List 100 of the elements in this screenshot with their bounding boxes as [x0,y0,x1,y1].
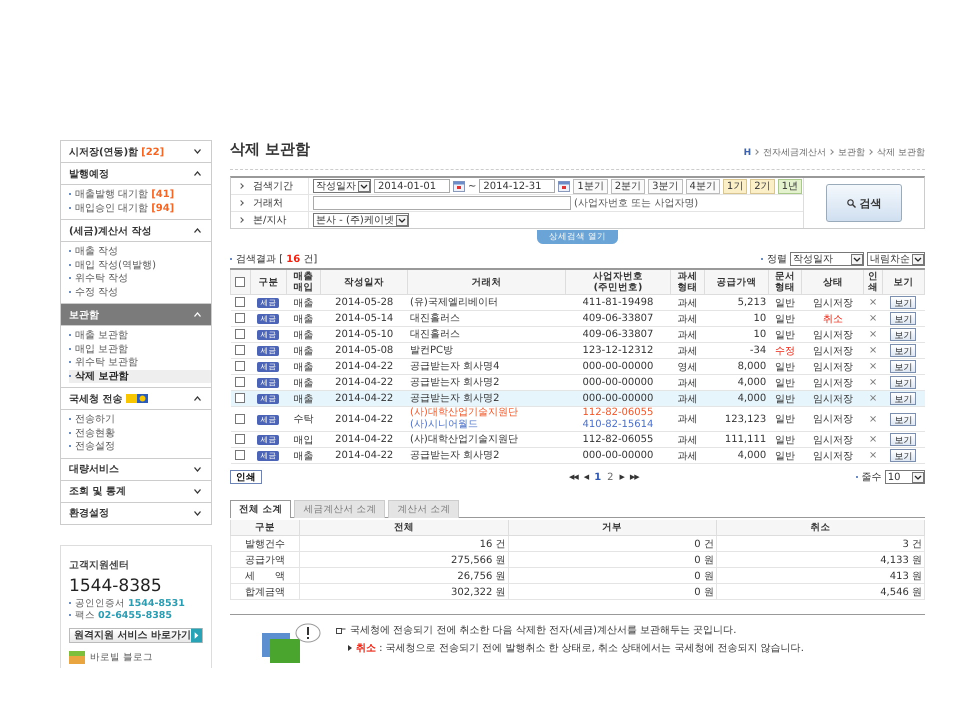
row-checkbox[interactable] [235,434,246,444]
period-button[interactable]: 2분기 [610,178,646,194]
print-button[interactable]: 인쇄 [230,470,262,484]
print-mark: × [868,393,878,404]
calendar-icon[interactable] [453,180,465,192]
view-button[interactable]: 보기 [890,392,916,405]
row-checkbox[interactable] [235,329,246,340]
period-button[interactable]: 2기 [750,178,775,194]
contact-line: 공인인증서 1544-8531 [69,598,203,610]
row-checkbox[interactable] [235,377,246,388]
row-checkbox[interactable] [235,297,246,308]
summary-tab[interactable]: 전체 소계 [230,500,292,518]
table-text: 275,566 원 [451,554,506,566]
partner-name: 발컨PC방 [410,344,454,356]
field-label: 검색기간 [231,178,309,194]
sidebar-section[interactable]: 조회 및 통계 [61,480,211,502]
business-number: 409-06-33807 [582,312,654,324]
row-checkbox[interactable] [235,393,246,404]
row-checkbox[interactable] [235,414,246,424]
date-to-field[interactable]: 2014-12-31 [479,179,556,193]
page-link[interactable]: 1 [594,472,602,482]
view-button[interactable]: 보기 [890,360,916,373]
view-button[interactable]: 보기 [890,344,916,357]
column-header: 과세 형태 [677,271,698,293]
column-header: 거래처 [472,276,502,288]
view-button[interactable]: 보기 [890,312,916,325]
sidebar-item[interactable]: 전송설정 [69,440,211,454]
row-checkbox[interactable] [235,313,246,324]
status-text: 임시저장 [812,450,853,462]
page-link[interactable]: 2 [607,472,614,482]
sidebar-item[interactable]: 매입승인 대기함 [94] [69,202,211,215]
sidebar-section[interactable]: 대량서비스 [61,458,211,480]
sidebar-item[interactable]: 전송하기 [69,413,211,426]
column-header: 구분 [258,276,278,288]
document-type: 일반 [775,330,796,340]
column-header: 문서 형태 [775,271,796,293]
view-button[interactable]: 보기 [890,433,916,446]
sort-field-select[interactable]: 작성일자 [790,252,864,266]
business-number: 112-82-06055 [582,407,654,419]
pointing-hand-icon [336,626,346,634]
period-button[interactable]: 1년 [778,178,802,194]
table-text: 매출 [294,330,314,340]
status-text: 임시저장 [812,434,853,446]
view-button[interactable]: 보기 [890,296,916,309]
summary-tab[interactable]: 계산서 소계 [388,500,460,518]
blog-icon [69,650,85,664]
table-text: 2014-04-22 [335,361,394,372]
sidebar-item[interactable]: 매출발행 대기함 [41] [69,188,211,202]
calendar-icon[interactable] [558,180,570,192]
document-type: 일반 [775,362,796,372]
status-text: 임시저장 [812,414,853,425]
period-button[interactable]: 3분기 [648,178,683,194]
sidebar-item[interactable]: 매출 작성 [69,245,211,258]
table-text: 과세 [677,314,698,324]
row-checkbox[interactable] [235,345,246,356]
view-button[interactable]: 보기 [890,376,916,389]
partner-field[interactable] [313,196,571,210]
select-all-checkbox[interactable] [235,276,246,287]
period-button[interactable]: 1기 [722,178,748,194]
period-button[interactable]: 4분기 [686,178,720,194]
table-text: 2014-04-22 [335,434,394,445]
column-header: 인 쇄 [868,271,878,293]
sidebar-item[interactable]: 위수탁 작성 [69,272,211,286]
table-text: 과세 [677,298,698,308]
view-button[interactable]: 보기 [890,449,916,462]
status-text: 임시저장 [812,346,853,356]
result-count: 검색결과 [ 16 건] [230,252,318,266]
sidebar-item[interactable]: 매출 보관함 [69,329,211,342]
row-checkbox[interactable] [235,361,246,372]
rows-select[interactable]: 10 [884,470,925,484]
sidebar-item[interactable]: 삭제 보관함 [69,370,211,383]
branch-select[interactable]: 본사 - (주)케이넷 [313,213,409,227]
blog-link[interactable]: 바로빌 블로그 [90,650,154,664]
view-button[interactable]: 보기 [890,328,916,341]
sidebar-item[interactable]: 매입 작성(역발행) [69,258,211,272]
sidebar-item[interactable]: 위수탁 보관함 [69,356,211,370]
table-text: 2014-05-14 [335,313,394,324]
search-button[interactable]: 검색 [826,184,902,222]
business-number: 112-82-06055 [582,434,654,446]
view-button[interactable]: 보기 [890,412,916,426]
remote-support-button[interactable]: 원격지원 서비스 바로가기 [69,628,203,642]
date-from-field[interactable]: 2014-01-01 [374,179,450,193]
row-checkbox[interactable] [235,450,246,460]
table-text: 0 원 [694,570,714,582]
period-type-select[interactable]: 작성일자 [313,179,371,193]
table-text: 과세 [677,330,698,340]
sidebar-item[interactable]: 수정 작성 [69,286,211,299]
summary-tab[interactable]: 세금계산서 소계 [294,500,386,518]
sidebar-item[interactable]: 전송현황 [69,426,211,440]
period-button[interactable]: 1분기 [573,178,608,194]
monitor-alert-icon [260,623,322,663]
table-text: 5,213 [738,297,766,308]
contact-line: 팩스 02-6455-8385 [69,610,203,622]
sidebar-section[interactable]: 환경설정 [61,502,211,524]
table-text: 0 원 [694,586,714,598]
sort-order-select[interactable]: 내림차순 [867,252,925,266]
table-text: 2014-04-22 [335,450,394,461]
sidebar-item[interactable]: 매입 보관함 [69,342,211,356]
print-mark: × [868,313,878,324]
sidebar-section[interactable]: 보관함 [61,304,211,326]
